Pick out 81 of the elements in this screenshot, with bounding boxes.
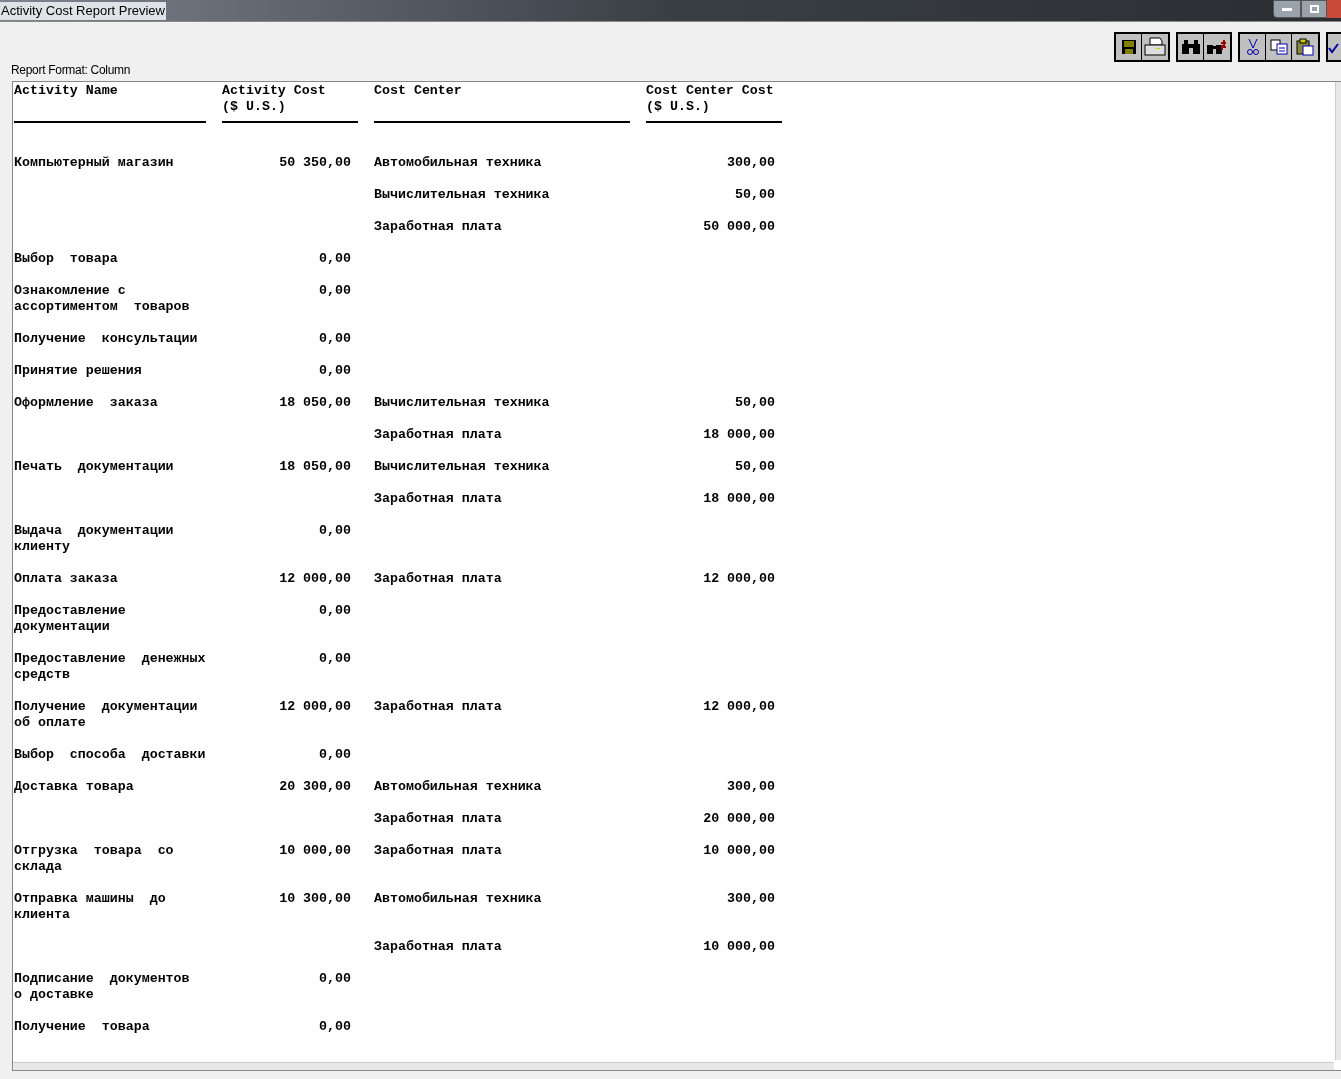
cost-center: Вычислительная техника xyxy=(374,395,550,410)
column-header: Cost Center Cost ($ U.S.) xyxy=(646,83,774,114)
activity-cost: 50 350,00 xyxy=(279,155,351,170)
cost-center-cost: 20 000,00 xyxy=(703,811,775,826)
activity-name: Получение документации об оплате xyxy=(14,699,198,730)
activity-name: Выбор способа доставки xyxy=(14,747,206,762)
cost-center: Заработная плата xyxy=(374,939,502,954)
activity-cost: 0,00 xyxy=(319,283,351,298)
activity-cost: 0,00 xyxy=(319,363,351,378)
cost-center-cost: 50,00 xyxy=(735,187,775,202)
activity-cost: 20 300,00 xyxy=(279,779,351,794)
activity-cost: 18 050,00 xyxy=(279,395,351,410)
activity-cost: 0,00 xyxy=(319,523,351,538)
cut-icon[interactable] xyxy=(1240,34,1266,60)
cost-center-cost: 50,00 xyxy=(735,395,775,410)
activity-cost: 18 050,00 xyxy=(279,459,351,474)
paste-icon[interactable] xyxy=(1292,34,1318,60)
cost-center: Автомобильная техника xyxy=(374,779,542,794)
window-title: Activity Cost Report Preview xyxy=(0,1,166,20)
activity-name: Выбор товара xyxy=(14,251,118,266)
activity-cost: 10 300,00 xyxy=(279,891,351,906)
cost-center-cost: 10 000,00 xyxy=(703,843,775,858)
activity-name: Доставка товара xyxy=(14,779,134,794)
binoculars-icon[interactable] xyxy=(1178,34,1204,60)
restore-button[interactable] xyxy=(1301,0,1327,18)
cost-center-cost: 300,00 xyxy=(727,891,775,906)
activity-name: Принятие решения xyxy=(14,363,142,378)
copy-icon[interactable] xyxy=(1266,34,1292,60)
cost-center: Заработная плата xyxy=(374,811,502,826)
activity-cost: 0,00 xyxy=(319,971,351,986)
cost-center: Заработная плата xyxy=(374,491,502,506)
cost-center: Автомобильная техника xyxy=(374,155,542,170)
find-next-icon[interactable] xyxy=(1204,34,1230,60)
cost-center-cost: 12 000,00 xyxy=(703,699,775,714)
report-format-label: Report Format: Column xyxy=(11,63,132,79)
activity-cost: 0,00 xyxy=(319,251,351,266)
print-icon[interactable] xyxy=(1142,34,1168,60)
activity-cost: 0,00 xyxy=(319,651,351,666)
cost-center: Заработная плата xyxy=(374,843,502,858)
activity-name: Отгрузка товара со склада xyxy=(14,843,174,874)
activity-cost: 10 000,00 xyxy=(279,843,351,858)
cost-center: Вычислительная техника xyxy=(374,459,550,474)
cost-center: Заработная плата xyxy=(374,219,502,234)
cost-center-cost: 300,00 xyxy=(727,155,775,170)
cost-center-cost: 50,00 xyxy=(735,459,775,474)
cost-center-cost: 10 000,00 xyxy=(703,939,775,954)
cost-center-cost: 18 000,00 xyxy=(703,427,775,442)
activity-name: Оплата заказа xyxy=(14,571,118,586)
activity-name: Предоставление денежных средств xyxy=(14,651,206,682)
activity-name: Отправка машины до клиента xyxy=(14,891,166,922)
column-header: Activity Name xyxy=(14,83,118,98)
activity-name: Компьютерный магазин xyxy=(14,155,174,170)
cost-center: Заработная плата xyxy=(374,571,502,586)
cost-center: Вычислительная техника xyxy=(374,187,550,202)
activity-name: Ознакомление с ассортиментом товаров xyxy=(14,283,190,314)
cost-center-cost: 50 000,00 xyxy=(703,219,775,234)
activity-name: Предоставление документации xyxy=(14,603,126,634)
vertical-scrollbar[interactable] xyxy=(1335,82,1341,1060)
activity-name: Получение консультации xyxy=(14,331,198,346)
horizontal-scrollbar[interactable] xyxy=(13,1062,1334,1070)
cost-center: Заработная плата xyxy=(374,427,502,442)
activity-cost: 0,00 xyxy=(319,747,351,762)
activity-name: Получение товара xyxy=(14,1019,150,1034)
minimize-button[interactable] xyxy=(1273,0,1301,18)
activity-name: Выдача документации клиенту xyxy=(14,523,174,554)
activity-cost: 12 000,00 xyxy=(279,699,351,714)
cost-center: Автомобильная техника xyxy=(374,891,542,906)
cost-center-cost: 18 000,00 xyxy=(703,491,775,506)
cost-center-cost: 300,00 xyxy=(727,779,775,794)
column-header: Activity Cost ($ U.S.) xyxy=(222,83,326,114)
column-header: Cost Center xyxy=(374,83,462,98)
activity-name: Печать документации xyxy=(14,459,174,474)
activity-name: Оформление заказа xyxy=(14,395,158,410)
activity-name: Подписание документов о доставке xyxy=(14,971,190,1002)
activity-cost: 0,00 xyxy=(319,1019,351,1034)
cost-center: Заработная плата xyxy=(374,699,502,714)
activity-cost: 12 000,00 xyxy=(279,571,351,586)
cost-center-cost: 12 000,00 xyxy=(703,571,775,586)
activity-cost: 0,00 xyxy=(319,603,351,618)
activity-cost: 0,00 xyxy=(319,331,351,346)
save-icon[interactable] xyxy=(1116,34,1142,60)
